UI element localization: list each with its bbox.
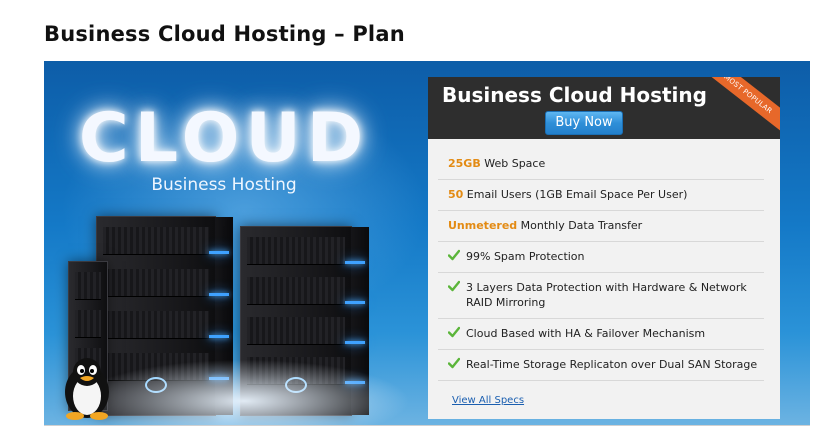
feature-highlight: 50: [448, 188, 464, 201]
feature-ha-failover: Cloud Based with HA & Failover Mechanism: [438, 319, 764, 350]
plan-card: Business Cloud Hosting Buy Now MOST POPU…: [428, 77, 780, 419]
view-all-specs-link[interactable]: View All Specs: [452, 395, 524, 406]
penguin-icon: [65, 358, 109, 420]
page-title: Business Cloud Hosting – Plan: [44, 22, 405, 46]
feature-highlight: Unmetered: [448, 219, 518, 232]
checkmark-icon: [448, 326, 460, 338]
feature-text: Web Space: [480, 157, 546, 170]
most-popular-ribbon: MOST POPULAR: [695, 77, 780, 139]
banner-subtitle: Business Hosting: [151, 175, 297, 195]
checkmark-icon: [448, 280, 460, 292]
plan-header: Business Cloud Hosting Buy Now MOST POPU…: [428, 77, 780, 139]
checkmark-icon: [448, 357, 460, 369]
feature-storage-replication: Real-Time Storage Replicaton over Dual S…: [438, 350, 764, 381]
plan-name: Business Cloud Hosting: [442, 83, 707, 107]
feature-text: 99% Spam Protection: [466, 250, 585, 263]
feature-text: Real-Time Storage Replicaton over Dual S…: [466, 358, 758, 371]
feature-data-protection: 3 Layers Data Protection with Hardware &…: [438, 273, 764, 319]
feature-text: Cloud Based with HA & Failover Mechanism: [466, 327, 706, 340]
checkmark-icon: [448, 249, 460, 261]
divider: [44, 425, 810, 426]
feature-web-space: 25GB Web Space: [438, 149, 764, 180]
feature-text: Email Users (1GB Email Space Per User): [463, 188, 688, 201]
hero-banner: CLOUD Business Hosting Business Cloud Ho…: [44, 61, 810, 425]
feature-highlight: 25GB: [448, 157, 481, 170]
feature-data-transfer: Unmetered Monthly Data Transfer: [438, 211, 764, 242]
cloud-headline: CLOUD: [78, 99, 370, 178]
buy-now-button[interactable]: Buy Now: [545, 111, 623, 135]
feature-text: Monthly Data Transfer: [517, 219, 643, 232]
feature-list: 25GB Web Space 50 Email Users (1GB Email…: [438, 149, 764, 381]
feature-email-users: 50 Email Users (1GB Email Space Per User…: [438, 180, 764, 211]
feature-text: 3 Layers Data Protection with Hardware &…: [466, 281, 747, 309]
feature-spam-protection: 99% Spam Protection: [438, 242, 764, 273]
